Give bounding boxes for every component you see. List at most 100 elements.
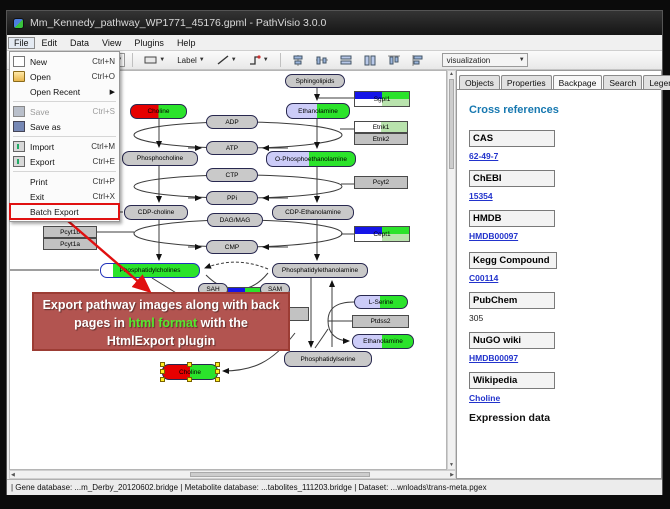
no-icon	[13, 176, 25, 187]
match-width-button[interactable]	[336, 53, 356, 68]
xref-link[interactable]: Choline	[469, 393, 661, 403]
scroll-left-icon[interactable]: ◀	[11, 472, 15, 479]
pathway-node-atp[interactable]: ATP	[206, 141, 258, 155]
xref-section-wikipedia: WikipediaCholine	[469, 372, 661, 403]
menu-view[interactable]: View	[96, 37, 127, 49]
pathway-node-phosphatidylethanolamine[interactable]: Phosphatidylethanolamine	[272, 263, 368, 278]
chevron-down-icon: ▼	[263, 57, 269, 63]
pathway-node-ptdss2[interactable]: Ptdss2	[352, 315, 409, 328]
pathway-node-phosphatidylserine[interactable]: Phosphatidylserine	[284, 351, 372, 367]
menu-edit[interactable]: Edit	[36, 37, 64, 49]
xref-link[interactable]: HMDB00097	[469, 231, 661, 241]
selection-handle[interactable]	[187, 377, 192, 382]
file-menu-item-open[interactable]: OpenCtrl+O	[10, 69, 119, 84]
tab-search[interactable]: Search	[603, 75, 642, 90]
file-menu-item-export[interactable]: ExportCtrl+E	[10, 154, 119, 169]
match-height-button[interactable]	[360, 53, 380, 68]
pathway-node-ctp[interactable]: CTP	[206, 168, 258, 182]
pathway-node-pcyt1b[interactable]: Pcyt1b	[43, 226, 97, 238]
selection-handle[interactable]	[160, 362, 165, 367]
menu-item-label: Batch Export	[30, 207, 115, 217]
pathvisio-window: Mm_Kennedy_pathway_WP1771_45176.gpml - P…	[6, 10, 663, 495]
pathway-node-l-serine[interactable]: L-Serine	[354, 295, 408, 309]
pathway-node-phosphatidylcholines[interactable]: Phosphatidylcholines	[100, 263, 200, 278]
pathway-node-cmp[interactable]: CMP	[206, 240, 258, 254]
title-bar: Mm_Kennedy_pathway_WP1771_45176.gpml - P…	[7, 11, 662, 35]
pathway-node-label: DAG/MAG	[220, 217, 251, 224]
menu-plugins[interactable]: Plugins	[128, 37, 170, 49]
align-center-button[interactable]	[288, 53, 308, 68]
pathway-node-etnk1[interactable]: Etnk1	[354, 121, 408, 133]
pathway-node-label: ATP	[226, 145, 238, 152]
tab-legend[interactable]: Legend	[643, 75, 670, 90]
horizontal-scroll-thumb[interactable]	[190, 472, 370, 477]
pathway-node-sgpl1[interactable]: Sgpl1	[354, 91, 410, 107]
align-top-button[interactable]	[384, 53, 404, 68]
pathway-node-choline[interactable]: Choline	[130, 104, 187, 119]
menu-data[interactable]: Data	[64, 37, 95, 49]
xref-section-pubchem: PubChem305	[469, 292, 661, 323]
align-middle-button[interactable]	[312, 53, 332, 68]
selection-handle[interactable]	[215, 377, 220, 382]
file-menu-item-open-recent[interactable]: Open Recent▶	[10, 84, 119, 99]
backpage-panel: Cross references CAS62-49-7ChEBI15354HMD…	[457, 89, 661, 478]
selection-handle[interactable]	[215, 362, 220, 367]
pathway-node-sphingolipids[interactable]: Sphingolipids	[285, 74, 345, 88]
new-label-button[interactable]: Label ▼	[173, 53, 209, 68]
pathway-node-pcyt2[interactable]: Pcyt2	[354, 176, 408, 189]
pathway-node-phosphocholine[interactable]: Phosphocholine	[122, 151, 198, 166]
align-left-button[interactable]	[408, 53, 428, 68]
selection-handle[interactable]	[160, 369, 165, 374]
pathway-node-cdp-ethanolamine[interactable]: CDP-Ethanolamine	[272, 205, 354, 220]
pathway-node-label: Phosphatidylserine	[301, 356, 356, 363]
pathway-node-pcyt1a[interactable]: Pcyt1a	[43, 238, 97, 250]
xref-link[interactable]: HMDB00097	[469, 353, 661, 363]
pathway-node-ethanolamine[interactable]: Ethanolamine	[286, 103, 350, 119]
scroll-up-icon[interactable]: ▲	[449, 71, 454, 78]
pathway-node-unlabeled[interactable]	[287, 307, 309, 321]
file-menu-item-import[interactable]: ImportCtrl+M	[10, 139, 119, 154]
scroll-right-icon[interactable]: ▶	[450, 472, 454, 479]
screenshot-frame: Mm_Kennedy_pathway_WP1771_45176.gpml - P…	[0, 0, 670, 509]
pathway-node-label: CDP-choline	[138, 209, 175, 216]
pathway-node-choline[interactable]: Choline	[162, 364, 218, 380]
selection-handle[interactable]	[160, 377, 165, 382]
pathway-node-o-phosphoethanolamine[interactable]: O-Phosphoethanolamine	[266, 151, 356, 167]
file-menu-item-new[interactable]: NewCtrl+N	[10, 54, 119, 69]
pathway-node-cept1[interactable]: Cept1	[354, 226, 410, 242]
new-connector-button[interactable]: ▼	[245, 53, 273, 68]
pathway-node-etnk2[interactable]: Etnk2	[354, 133, 408, 145]
vertical-scroll-thumb[interactable]	[449, 79, 454, 169]
menu-item-shortcut: Ctrl+M	[91, 142, 115, 151]
xref-database-name: NuGO wiki	[469, 332, 555, 349]
file-menu-item-save-as[interactable]: Save as	[10, 119, 119, 134]
file-menu-item-print[interactable]: PrintCtrl+P	[10, 174, 119, 189]
tab-backpage[interactable]: Backpage	[553, 75, 603, 90]
xref-link[interactable]: 62-49-7	[469, 151, 661, 161]
file-menu-item-exit[interactable]: ExitCtrl+X	[10, 189, 119, 204]
new-line-button[interactable]: ▼	[213, 53, 241, 68]
selection-handle[interactable]	[187, 362, 192, 367]
new-datanode-button[interactable]: ▼	[140, 53, 169, 68]
pathway-node-cdp-choline[interactable]: CDP-choline	[124, 205, 188, 220]
file-menu-item-batch-export[interactable]: Batch Export	[10, 204, 119, 219]
visualization-combobox[interactable]: visualization ▼	[442, 53, 528, 67]
pathway-node-dag-mag[interactable]: DAG/MAG	[207, 213, 263, 227]
file-menu-item-save[interactable]: SaveCtrl+S	[10, 104, 119, 119]
menu-item-label: Save	[30, 107, 93, 117]
pathway-node-label: Etnk2	[373, 136, 390, 143]
xref-link[interactable]: 15354	[469, 191, 661, 201]
menu-file[interactable]: File	[8, 37, 35, 49]
tab-objects[interactable]: Objects	[459, 75, 500, 90]
vertical-scrollbar[interactable]: ▲ ▼	[447, 70, 456, 470]
scroll-down-icon[interactable]: ▼	[449, 462, 454, 469]
tab-properties[interactable]: Properties	[501, 75, 552, 90]
xref-link[interactable]: C00114	[469, 273, 661, 283]
selection-handle[interactable]	[215, 369, 220, 374]
pathway-node-ppi[interactable]: PPi	[206, 191, 258, 205]
pathway-node-adp[interactable]: ADP	[206, 115, 258, 129]
pathway-node-ethanolamine[interactable]: Ethanolamine	[352, 334, 414, 349]
menu-item-label: Open Recent	[30, 87, 108, 97]
horizontal-scrollbar[interactable]: ◀ ▶	[9, 470, 456, 479]
menu-help[interactable]: Help	[171, 37, 202, 49]
